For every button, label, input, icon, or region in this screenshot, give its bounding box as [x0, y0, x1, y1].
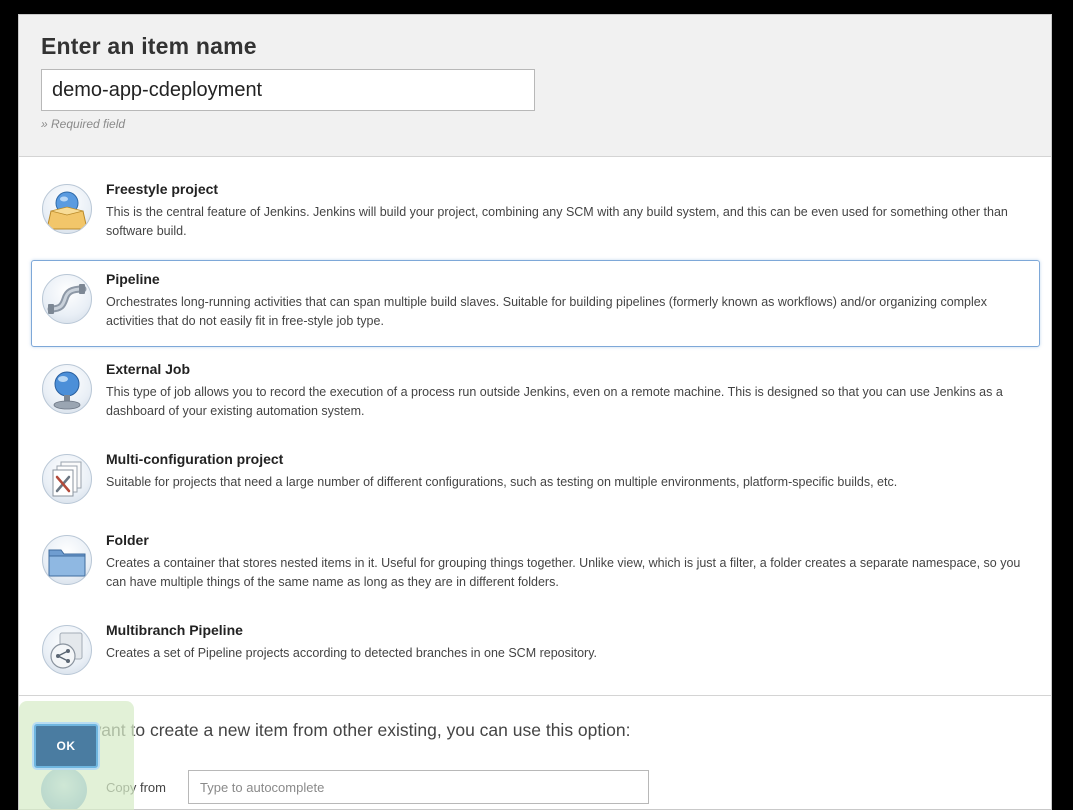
item-type-multibranch-pipeline[interactable]: Multibranch Pipeline Creates a set of Pi…	[31, 611, 1040, 698]
item-description: Creates a set of Pipeline projects accor…	[106, 646, 598, 660]
item-type-external-job[interactable]: External Job This type of job allows you…	[31, 350, 1040, 437]
section-divider	[19, 695, 1051, 696]
page-title: Enter an item name	[41, 33, 257, 59]
freestyle-project-icon	[42, 184, 92, 234]
external-job-icon	[42, 364, 92, 414]
item-type-folder[interactable]: Folder Creates a container that stores n…	[31, 521, 1040, 608]
multi-configuration-icon	[42, 454, 92, 504]
ok-button[interactable]: OK	[34, 724, 98, 768]
item-title: External Job	[106, 361, 191, 377]
item-description: This is the central feature of Jenkins. …	[106, 205, 1008, 238]
item-type-freestyle-project[interactable]: Freestyle project This is the central fe…	[31, 170, 1040, 257]
item-description: Creates a container that stores nested i…	[106, 556, 1021, 589]
item-name-section: Enter an item name » Required field	[19, 15, 1051, 157]
multibranch-pipeline-icon	[42, 625, 92, 675]
item-title: Multi-configuration project	[106, 451, 284, 467]
pipeline-icon	[42, 274, 92, 324]
item-title: Folder	[106, 532, 149, 548]
item-description: Orchestrates long-running activities tha…	[106, 295, 987, 328]
item-type-multi-configuration-project[interactable]: Multi-configuration project Suitable for…	[31, 440, 1040, 527]
item-type-pipeline[interactable]: Pipeline Orchestrates long-running activ…	[31, 260, 1040, 347]
item-description: This type of job allows you to record th…	[106, 385, 1003, 418]
new-item-panel: Enter an item name » Required field Free…	[18, 14, 1052, 810]
copy-from-input[interactable]	[188, 770, 649, 804]
item-name-input[interactable]	[41, 69, 535, 111]
folder-icon	[42, 535, 92, 585]
item-title: Multibranch Pipeline	[106, 622, 243, 638]
item-title: Freestyle project	[106, 181, 219, 197]
required-field-note: » Required field	[41, 117, 126, 131]
item-title: Pipeline	[106, 271, 160, 287]
item-description: Suitable for projects that need a large …	[106, 475, 898, 489]
